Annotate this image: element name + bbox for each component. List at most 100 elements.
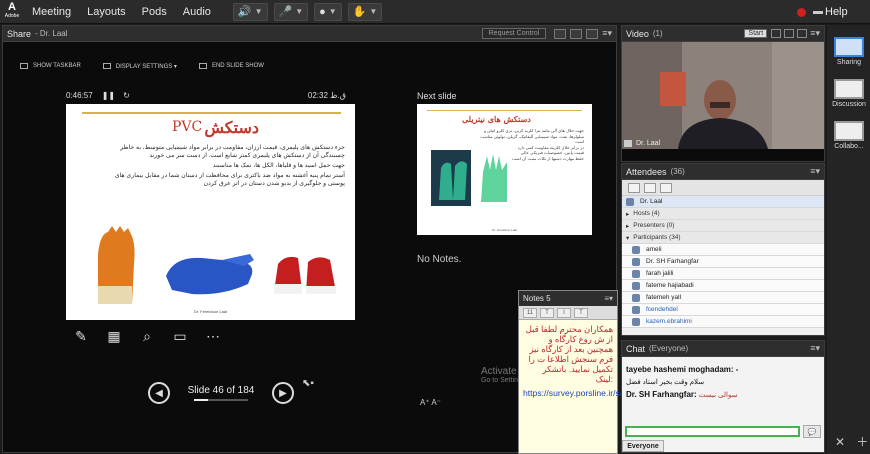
slide-grid-icon[interactable]: ▦ <box>103 327 125 345</box>
display-settings-button[interactable]: DISPLAY SETTINGS ▾ <box>102 63 177 70</box>
menu-layouts[interactable]: Layouts <box>79 6 134 18</box>
person-icon <box>632 317 640 326</box>
status-view-icon[interactable] <box>644 182 656 193</box>
help-link[interactable]: Help <box>825 6 848 18</box>
person-icon <box>632 269 640 278</box>
person-icon <box>632 281 640 290</box>
breakout-icon[interactable] <box>660 182 672 193</box>
next-slide-rule <box>427 110 582 111</box>
pod-options-icon[interactable]: ≡▾ <box>602 28 612 39</box>
share-pod-header: Share - Dr. Laal Request Control ≡▾ <box>3 26 616 42</box>
attendee-row[interactable]: fcendehdel <box>622 304 824 316</box>
more-options-icon[interactable]: ⋯ <box>202 327 224 345</box>
next-slide-button[interactable]: ▶ <box>272 382 294 404</box>
underline-icon[interactable]: T <box>574 307 588 318</box>
chat-sender: Dr. SH Farhangfar: <box>626 390 697 399</box>
person-icon <box>632 245 640 254</box>
top-menu-bar: A Adobe Meeting Layouts Pods Audio 🔊 ▼ 🎤 ▼ … <box>0 0 870 24</box>
show-taskbar-button[interactable]: SHOW TASKBAR <box>20 63 81 69</box>
font-size-controls[interactable]: A⁺ A⁻ <box>420 398 441 407</box>
font-size-dropdown[interactable]: 11 <box>523 307 537 318</box>
notes-pod-header: Notes 5 ≡▾ <box>519 291 617 306</box>
send-chat-button[interactable]: 💬 <box>803 425 821 438</box>
microphone-button[interactable]: 🎤 ▼ <box>273 2 309 21</box>
attendee-name: ameli <box>646 246 662 253</box>
attendee-row[interactable]: Dr. Laal <box>622 196 824 208</box>
attendee-group-hosts[interactable]: ▸ Hosts (4) <box>622 208 824 220</box>
hand-icon: ✋ <box>352 6 367 18</box>
layout-discussion[interactable]: Discussion <box>831 79 867 108</box>
attendee-row[interactable]: Dr. SH Farhangfar <box>622 256 824 268</box>
speaker-button[interactable]: 🔊 ▼ <box>232 2 268 21</box>
notes-text[interactable]: همکاران محترم لطفا قبل از ش روع کارگاه و… <box>519 320 617 388</box>
filmstrip-icon[interactable] <box>784 29 795 38</box>
add-layout-icon[interactable]: ＋ <box>856 435 868 449</box>
attendee-row[interactable]: ameli <box>622 244 824 256</box>
bold-icon[interactable]: T <box>540 307 554 318</box>
pod-options-icon[interactable]: ≡▾ <box>810 166 820 177</box>
survey-link[interactable]: https://survey.porsline.ir/s/XoClHPR0 <box>519 388 664 398</box>
menu-audio[interactable]: Audio <box>175 6 219 18</box>
slide-title: دستکش <box>204 118 259 137</box>
pod-options-icon[interactable]: ≡▾ <box>810 343 820 354</box>
pen-icon[interactable]: ✎ <box>70 327 92 345</box>
next-slide-footer: Dr. Fereidoun Laal <box>492 228 517 232</box>
fit-width-icon[interactable] <box>570 28 583 39</box>
layouts-bar: Sharing Discussion Collabo... <box>827 25 870 454</box>
request-control-button[interactable]: Request Control <box>481 28 547 39</box>
end-slideshow-button[interactable]: END SLIDE SHOW <box>198 63 264 69</box>
layout-collaboration[interactable]: Collabo... <box>831 121 867 150</box>
attendee-group-participants[interactable]: ▾ Participants (34) <box>622 232 824 244</box>
italic-icon[interactable]: I <box>557 307 571 318</box>
previous-slide-button[interactable]: ◀ <box>148 382 170 404</box>
layout-sharing[interactable]: Sharing <box>831 37 867 66</box>
settings-icon[interactable]: ✕ <box>835 435 845 449</box>
pod-options-icon[interactable]: ≡▾ <box>604 294 613 303</box>
attendee-row[interactable]: farah jalili <box>622 268 824 280</box>
minimize-icon[interactable]: ▬ <box>813 6 823 17</box>
layout-thumbnail <box>834 121 864 141</box>
layout-label: Collabo... <box>834 143 864 150</box>
chat-text: سوالی نیست <box>698 392 738 399</box>
list-view-icon[interactable] <box>628 182 640 193</box>
presenter-tools: ✎ ▦ ⌕ ▭ ⋯ <box>70 327 235 345</box>
next-slide-label: Next slide <box>417 91 457 101</box>
chat-tab-everyone[interactable]: Everyone <box>622 440 664 452</box>
webcam-button[interactable]: ● ▼ <box>314 2 342 21</box>
chevron-down-icon: ▼ <box>328 7 337 16</box>
slide-progress-bar <box>194 399 248 401</box>
laser-pointer-icon[interactable]: ⬉▪ <box>302 378 314 389</box>
attendees-toolbar <box>622 180 824 196</box>
attendee-group-presenters[interactable]: ▸ Presenters (0) <box>622 220 824 232</box>
start-video-button[interactable]: Start <box>744 29 768 38</box>
menu-meeting[interactable]: Meeting <box>24 6 79 18</box>
pod-options-icon[interactable]: ≡▾ <box>810 28 820 39</box>
attendee-row[interactable]: kazem.ebrahimi <box>622 316 824 328</box>
attendee-name: farah jalili <box>646 270 674 277</box>
sync-icon[interactable] <box>554 28 567 39</box>
nitrile-glove-image <box>431 150 471 206</box>
chevron-left-icon: ◀ <box>155 387 163 399</box>
chat-sender: tayebe hashemi moghadam: - <box>626 365 739 374</box>
pause-icon[interactable]: ❚❚ <box>102 91 115 100</box>
chat-text: سلام وقت بخیر استاد فضل <box>626 379 705 386</box>
video-count: (1) <box>652 29 663 38</box>
chat-input[interactable] <box>625 426 800 437</box>
black-screen-icon[interactable]: ▭ <box>169 327 191 345</box>
raise-hand-button[interactable]: ✋ ▼ <box>347 2 383 21</box>
elapsed-time: 0:46:57 <box>66 91 93 100</box>
menu-pods[interactable]: Pods <box>134 6 175 18</box>
layout-icon[interactable] <box>771 29 782 38</box>
attendee-row[interactable]: fateme hajiabadi <box>622 280 824 292</box>
layout-label: Sharing <box>836 59 862 66</box>
attendee-name: Dr. SH Farhangfar <box>646 258 699 265</box>
slide-title-rule <box>82 112 341 114</box>
group-label: Participants (34) <box>633 234 681 241</box>
attendee-row[interactable]: fatemeh yall <box>622 292 824 304</box>
reset-timer-icon[interactable]: ↻ <box>123 91 130 100</box>
fullscreen-icon[interactable] <box>797 29 808 38</box>
fullscreen-icon[interactable] <box>586 28 599 39</box>
chevron-right-icon: ▶ <box>279 387 287 399</box>
chevron-down-icon: ▼ <box>369 7 378 16</box>
magnify-icon[interactable]: ⌕ <box>136 327 158 345</box>
